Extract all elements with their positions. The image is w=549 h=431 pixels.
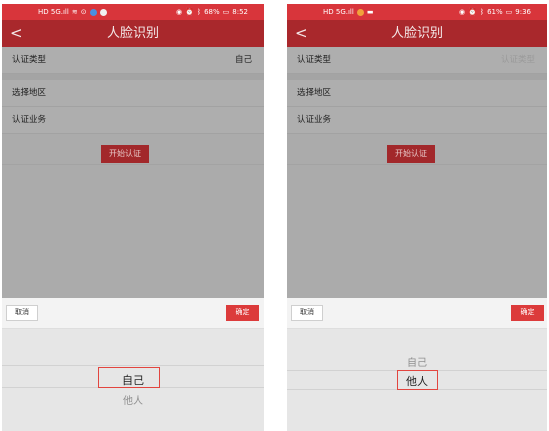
region-row[interactable]: 选择地区	[2, 80, 264, 107]
business-label: 认证业务	[12, 115, 47, 125]
highlight-box	[397, 370, 438, 390]
notification-icon: ⊙	[80, 8, 87, 16]
business-label: 认证业务	[297, 115, 332, 125]
divider-line	[287, 164, 547, 165]
bluetooth-icon: ᛒ	[479, 8, 485, 16]
status-bar: HD 5G.ıll ≋ ⊙ ◉ ⏰ ᛒ 68% ▭ 8:52	[2, 4, 264, 20]
cancel-button[interactable]: 取消	[6, 305, 38, 321]
status-bar: HD 5G.ıll ▬ ◉ ⏰ ᛒ 61% ▭ 9:36	[287, 4, 547, 20]
picker-wheel[interactable]: 自己 他人	[287, 329, 547, 431]
start-auth-button[interactable]: 开始认证	[101, 145, 149, 163]
alarm-icon: ⏰	[185, 8, 194, 16]
auth-type-value: 自己	[234, 55, 252, 65]
battery-percent: 61%	[487, 8, 503, 16]
app-notification-icon	[89, 8, 97, 16]
auth-type-placeholder: 认证类型	[500, 55, 535, 65]
battery-percent: 68%	[204, 8, 220, 16]
picker-wheel[interactable]: 自己 他人	[2, 329, 264, 431]
battery-icon: ▭	[222, 8, 230, 16]
app-notification-icon	[356, 8, 364, 16]
app-bar: < 人脸识别	[287, 20, 547, 47]
region-label: 选择地区	[12, 88, 47, 98]
wifi-icon: ≋	[71, 8, 78, 16]
region-row[interactable]: 选择地区	[287, 80, 547, 107]
business-row[interactable]: 认证业务	[287, 107, 547, 134]
picker-option-other[interactable]: 他人	[2, 392, 264, 407]
message-icon: ▬	[366, 8, 374, 16]
signal-icon: HD 5G.ıll	[38, 8, 69, 16]
start-auth-button[interactable]: 开始认证	[387, 145, 435, 163]
picker-option-self[interactable]: 自己	[287, 354, 547, 369]
region-label: 选择地区	[297, 88, 332, 98]
option-picker: 取消 确定 自己 他人	[2, 298, 264, 431]
picker-toolbar: 取消 确定	[2, 298, 264, 329]
signal-icon: HD 5G.ıll	[323, 8, 354, 16]
bluetooth-icon: ᛒ	[196, 8, 202, 16]
screenshot-left: HD 5G.ıll ≋ ⊙ ◉ ⏰ ᛒ 68% ▭ 8:52 < 人脸识别 认证…	[2, 4, 264, 431]
page-title: 人脸识别	[390, 26, 443, 41]
auth-type-row[interactable]: 认证类型 自己	[2, 47, 264, 74]
auth-type-label: 认证类型	[12, 55, 47, 65]
status-time: 9:36	[515, 8, 531, 16]
auth-type-label: 认证类型	[297, 55, 332, 65]
page-title: 人脸识别	[106, 26, 159, 41]
cancel-button[interactable]: 取消	[291, 305, 323, 321]
picker-toolbar: 取消 确定	[287, 298, 547, 329]
option-picker: 取消 确定 自己 他人	[287, 298, 547, 431]
screenshot-right: HD 5G.ıll ▬ ◉ ⏰ ᛒ 61% ▭ 9:36 < 人脸识别 认证类型…	[287, 4, 547, 431]
app-bar: < 人脸识别	[2, 20, 264, 47]
app-notification-icon	[99, 8, 107, 16]
business-row[interactable]: 认证业务	[2, 107, 264, 134]
eye-icon: ◉	[459, 8, 466, 16]
wheel-line-top	[2, 365, 264, 366]
eye-icon: ◉	[176, 8, 183, 16]
alarm-icon: ⏰	[468, 8, 477, 16]
battery-icon: ▭	[505, 8, 513, 16]
auth-type-row[interactable]: 认证类型 认证类型	[287, 47, 547, 74]
confirm-button[interactable]: 确定	[511, 305, 544, 321]
divider-line	[2, 164, 264, 165]
confirm-button[interactable]: 确定	[226, 305, 259, 321]
highlight-box	[98, 367, 160, 388]
status-time: 8:52	[232, 8, 248, 16]
screenshot-divider	[265, 0, 286, 431]
